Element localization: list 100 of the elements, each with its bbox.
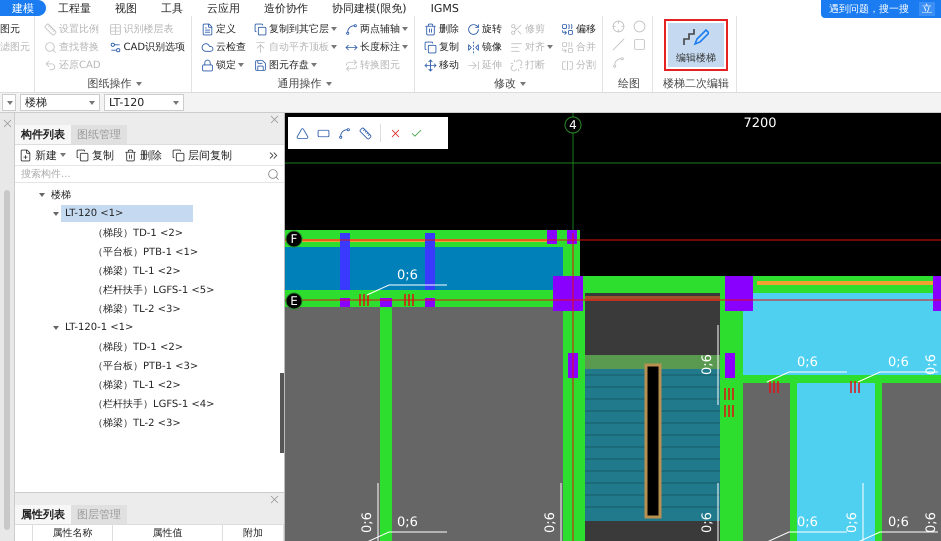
menu-tab[interactable]: 协同建模(限免) [320, 0, 419, 16]
move-icon [424, 58, 438, 72]
menu-tab[interactable]: IGMS [418, 0, 471, 16]
search-field[interactable]: 搜索构件... [15, 165, 284, 183]
toolbar-button[interactable]: 删除 [124, 148, 162, 162]
annotation-text: 0;6 [924, 354, 939, 375]
rectangle-icon [633, 38, 646, 51]
group-title[interactable]: 通用操作 [201, 75, 408, 92]
toolbar-button[interactable]: 层间复制 [172, 148, 232, 162]
group-title[interactable]: 修改 [424, 75, 596, 92]
ribbon-item[interactable]: 移动 [424, 56, 460, 74]
settings-icon [108, 40, 122, 54]
ribbon-item[interactable]: 锁定 [201, 56, 246, 74]
toolbar-button[interactable]: 新建 [19, 148, 66, 162]
annotation-text: 0;6 [700, 354, 715, 375]
trim-icon [510, 22, 524, 36]
save-icon [254, 58, 268, 72]
ribbon-item[interactable]: CAD识别选项 [108, 38, 186, 56]
group-title[interactable]: 图纸操作 [44, 75, 186, 92]
menu-tab[interactable]: 视图 [103, 0, 149, 16]
edit-stair-button[interactable]: 编辑楼梯 [668, 23, 724, 67]
panel-tab[interactable]: 属性列表 [15, 505, 71, 524]
scrollbar[interactable] [280, 373, 284, 453]
expand-arrow-icon[interactable] [51, 210, 61, 216]
ribbon-item[interactable]: 长度标注 [345, 38, 408, 56]
ribbon-item[interactable]: 图元 [0, 20, 30, 38]
annotation-text: 0;6 [700, 512, 715, 533]
tree-item[interactable]: 楼梯 [47, 186, 75, 203]
axis-label: F [290, 232, 298, 246]
scrollbar[interactable] [4, 190, 10, 530]
ribbon-item[interactable]: 复制到其它层 [254, 20, 338, 38]
menu-tab[interactable]: 云应用 [195, 0, 252, 16]
panel-tab[interactable]: 构件列表 [15, 125, 71, 144]
tree-item[interactable]: （梯段）TD-1 <2> [89, 224, 188, 241]
column-header: 属性名称 [33, 525, 113, 541]
column-header: 附加 [223, 525, 284, 541]
tree-item[interactable]: LT-120 <1> [61, 205, 193, 222]
tree-item[interactable]: （梯梁）TL-1 <2> [89, 262, 185, 279]
ribbon-item[interactable]: 定义 [201, 20, 246, 38]
menu-tab[interactable]: 造价协作 [252, 0, 320, 16]
split-icon [561, 58, 574, 72]
table-icon [108, 22, 122, 36]
annotation-text: 0;6 [888, 355, 909, 370]
group-title: 楼梯二次编辑 [662, 76, 730, 92]
caret-icon [7, 100, 13, 104]
tree-item[interactable]: （梯梁）TL-2 <3> [89, 414, 185, 431]
lock-icon [201, 58, 214, 72]
tree-item[interactable]: （平台板）PTB-1 <3> [89, 357, 202, 374]
column-header: 属性值 [113, 525, 223, 541]
tree-item[interactable]: （栏杆扶手）LGFS-1 <5> [89, 281, 219, 298]
break-icon [510, 58, 524, 72]
menu-tab[interactable]: 工程量 [46, 0, 103, 16]
caret-icon [89, 100, 95, 104]
mirror-icon [467, 40, 480, 54]
tree-item[interactable]: （平台板）PTB-1 <1> [89, 243, 202, 260]
tree-item[interactable]: （梯梁）TL-2 <3> [89, 300, 185, 317]
search-icon [267, 168, 280, 180]
ruler-icon [44, 22, 57, 36]
dropdown[interactable] [2, 94, 16, 111]
ribbon-item[interactable]: 删除 [424, 20, 460, 38]
search-icon [44, 40, 57, 54]
search-input[interactable]: 搜索构件... [19, 168, 267, 180]
ribbon-item[interactable]: 镜像 [467, 38, 502, 56]
ribbon-item[interactable]: 复制 [424, 38, 460, 56]
dropdown[interactable]: 楼梯 [20, 94, 100, 111]
tree-item[interactable]: LT-120-1 <1> [61, 319, 138, 336]
help-search-bar[interactable]: 遇到问题，搜一搜 立 [821, 0, 941, 18]
convert-icon [345, 58, 358, 72]
ribbon-item[interactable]: 图元存盘 [254, 56, 338, 74]
ribbon-item[interactable]: 旋转 [467, 20, 502, 38]
tree-item[interactable]: （梯段）TD-1 <2> [89, 338, 188, 355]
annotation-text: 0;6 [397, 268, 418, 283]
annotation-text: 0;6 [797, 515, 818, 530]
line-icon [612, 38, 626, 51]
rotate-icon [467, 22, 480, 36]
cloud-icon [201, 40, 214, 54]
expand-arrow-icon[interactable] [51, 324, 61, 330]
align-top-icon [254, 40, 268, 54]
tree-item[interactable]: （栏杆扶手）LGFS-1 <4> [89, 395, 219, 412]
ribbon-item[interactable]: 两点辅轴 [345, 20, 408, 38]
menu-tab[interactable]: 工具 [149, 0, 195, 16]
copy-icon [172, 148, 185, 162]
document-icon [201, 22, 214, 36]
toolbar-button[interactable]: 复制 [76, 148, 114, 162]
ribbon-item[interactable]: 云检查 [201, 38, 246, 56]
align-icon [510, 40, 524, 54]
point-icon [612, 20, 626, 33]
annotation-text: 0;6 [397, 515, 418, 530]
expand-arrow-icon[interactable] [37, 192, 47, 198]
tree-item[interactable]: （梯梁）TL-1 <2> [89, 376, 185, 393]
dropdown[interactable]: LT-120 [104, 94, 184, 111]
delete-icon [424, 22, 438, 36]
ribbon-item[interactable]: 偏移 [561, 20, 596, 38]
new-file-icon [19, 148, 32, 162]
arc-icon [612, 56, 626, 69]
annotation-text: 0;6 [797, 355, 818, 370]
help-search-text: 遇到问题，搜一搜 [829, 2, 909, 16]
drawing-canvas[interactable]: 4 F E 7200 0;6 0;6 0;6 0;6 0;6 0;6 0;6 0;6 0;6 0;6 0;6 0;6 0;6 [285, 113, 941, 541]
annotation-text: 0;6 [888, 515, 909, 530]
menu-tab[interactable]: 建模 [0, 0, 46, 16]
